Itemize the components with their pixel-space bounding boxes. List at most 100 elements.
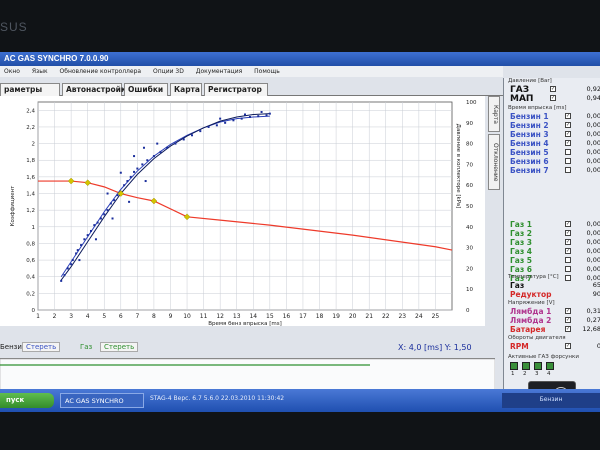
scatter-point xyxy=(128,200,131,203)
y2-tick-label: 90 xyxy=(466,121,473,127)
scatter-point xyxy=(80,244,83,247)
injector-3-indicator xyxy=(534,362,542,370)
menu-update[interactable]: Обновление контроллера xyxy=(60,68,142,75)
x-tick-label: 12 xyxy=(216,313,224,320)
menu-window[interactable]: Окно xyxy=(4,68,20,75)
petrol-injection-checkbox[interactable]: ✓ xyxy=(565,140,571,146)
x-tick-label: 10 xyxy=(183,313,191,320)
y2-tick-label: 100 xyxy=(466,100,477,106)
voltage-title: Напряжение [V] xyxy=(508,300,555,306)
pressure-value: 0,92 xyxy=(586,85,600,93)
petrol-injection-label: Бензин 4 xyxy=(510,139,549,148)
main-plot[interactable]: 1 2 3 4 5 6 7 8 9 10 11 12 13 14 15 16 17 18 19 20 21 22 23 24 2… xyxy=(0,96,485,327)
y-tick-label: 0,4 xyxy=(26,275,35,281)
tab-map[interactable]: Карта xyxy=(170,83,202,96)
menu-help[interactable]: Помощь xyxy=(254,68,280,75)
menu-language[interactable]: Язык xyxy=(32,68,48,75)
gas-injection-value: 0,00 xyxy=(586,256,600,264)
scatter-point xyxy=(123,184,126,187)
temperature-title: Температура [°C] xyxy=(508,274,559,280)
x-tick-label: 14 xyxy=(249,313,257,320)
scatter-point xyxy=(93,224,96,227)
clear-petrol-button[interactable]: Стереть xyxy=(22,342,61,352)
active-injectors-title: Активные ГАЗ форсунки xyxy=(508,354,579,360)
taskbar-item-app[interactable]: AC GAS SYNCHRO xyxy=(60,393,144,408)
petrol-injection-checkbox[interactable]: ✓ xyxy=(565,131,571,137)
scatter-point xyxy=(129,175,132,178)
voltage-label: Лямбда 1 xyxy=(510,307,552,316)
x-tick-label: 18 xyxy=(316,313,324,320)
scatter-point xyxy=(86,234,89,237)
injection-time-title: Время впрыска [ms] xyxy=(508,105,567,111)
menu-options-3d[interactable]: Опции 3D xyxy=(153,68,184,75)
gas-injection-value: 0,00 xyxy=(586,229,600,237)
right-panel: Давление [Bar] ГАЗ ✓ 0,92 МАП ✓ 0,94 Вре… xyxy=(503,78,600,412)
petrol-injection-value: 0,00 xyxy=(586,139,600,147)
x-tick-label: 9 xyxy=(169,313,173,320)
petrol-injection-checkbox[interactable]: ✓ xyxy=(565,122,571,128)
y2-tick-label: 70 xyxy=(466,162,473,168)
injector-indicators: 1 2 3 4 xyxy=(510,362,590,378)
petrol-injection-label: Бензин 2 xyxy=(510,121,549,130)
tab-recorder[interactable]: Регистратор xyxy=(204,83,268,96)
scatter-point xyxy=(232,119,235,122)
gas-injection-checkbox[interactable]: ✓ xyxy=(565,221,571,227)
x-tick-label: 4 xyxy=(86,313,90,320)
gas-injection-row: Газ 5 0,00 xyxy=(507,256,600,265)
pressure-checkbox[interactable]: ✓ xyxy=(550,95,556,101)
y2-tick-label: 40 xyxy=(466,225,473,231)
tab-map-side[interactable]: Карта xyxy=(488,96,500,132)
x-tick-label: 2 xyxy=(53,313,57,320)
gas-injection-checkbox[interactable] xyxy=(565,257,571,263)
rpm-title: Обороты двигателя xyxy=(508,335,566,341)
gas-injection-checkbox[interactable]: ✓ xyxy=(565,230,571,236)
petrol-injection-checkbox[interactable]: ✓ xyxy=(565,113,571,119)
petrol-injection-checkbox[interactable] xyxy=(565,149,571,155)
gas-injection-value: 0,00 xyxy=(586,238,600,246)
menu-docs[interactable]: Документация xyxy=(196,68,242,75)
gas-injection-checkbox[interactable]: ✓ xyxy=(565,239,571,245)
voltage-value: 0,31 xyxy=(586,307,600,315)
tab-deviation-side[interactable]: Отклонение xyxy=(488,134,500,190)
scatter-point xyxy=(70,263,73,266)
voltage-checkbox[interactable]: ✓ xyxy=(565,308,571,314)
y2-axis-label: Давление в коллекторе [kPa] xyxy=(455,124,461,209)
x-tick-label: 7 xyxy=(135,313,139,320)
pressure-checkbox[interactable]: ✓ xyxy=(550,86,556,92)
gas-injection-label: Газ 2 xyxy=(510,229,533,238)
scatter-point xyxy=(136,167,139,170)
scatter-point xyxy=(119,171,122,174)
scatter-point xyxy=(106,209,109,212)
tab-parameters[interactable]: раметры xyxy=(0,83,60,96)
x-tick-label: 22 xyxy=(382,313,390,320)
gas-injection-value: 0,00 xyxy=(586,247,600,255)
tab-errors[interactable]: Ошибки xyxy=(124,83,168,96)
voltage-checkbox[interactable]: ✓ xyxy=(565,317,571,323)
petrol-injection-value: 0,00 xyxy=(586,148,600,156)
tab-autotune[interactable]: Автонастройка xyxy=(62,83,131,96)
gas-injection-label: Газ 6 xyxy=(510,265,533,274)
injector-number: 4 xyxy=(547,371,551,377)
x-tick-label: 1 xyxy=(36,313,40,320)
petrol-injection-row: Бензин 7 0,00 xyxy=(507,166,600,175)
pressure-row: ГАЗ ✓ 0,92 xyxy=(507,85,600,95)
rpm-checkbox[interactable]: ✓ xyxy=(565,343,571,349)
voltage-checkbox[interactable]: ✓ xyxy=(565,326,571,332)
voltage-label: Батарея xyxy=(510,325,546,334)
clear-gas-button[interactable]: Стереть xyxy=(100,342,139,352)
gas-injection-checkbox[interactable] xyxy=(565,266,571,272)
scatter-point xyxy=(71,259,74,262)
scatter-point xyxy=(265,114,268,117)
petrol-injection-checkbox[interactable] xyxy=(565,158,571,164)
voltage-value: 0,27 xyxy=(586,316,600,324)
petrol-injection-checkbox[interactable] xyxy=(565,167,571,173)
start-button[interactable]: пуск xyxy=(0,393,54,408)
scatter-point xyxy=(174,142,177,145)
scatter-point xyxy=(75,252,78,255)
scatter-point xyxy=(156,142,159,145)
y-tick-label: 2 xyxy=(32,142,36,148)
y2-tick-label: 30 xyxy=(466,246,473,252)
gas-injection-checkbox[interactable]: ✓ xyxy=(565,248,571,254)
x-tick-label: 15 xyxy=(266,313,274,320)
gas-injection-label: Газ 1 xyxy=(510,220,533,229)
